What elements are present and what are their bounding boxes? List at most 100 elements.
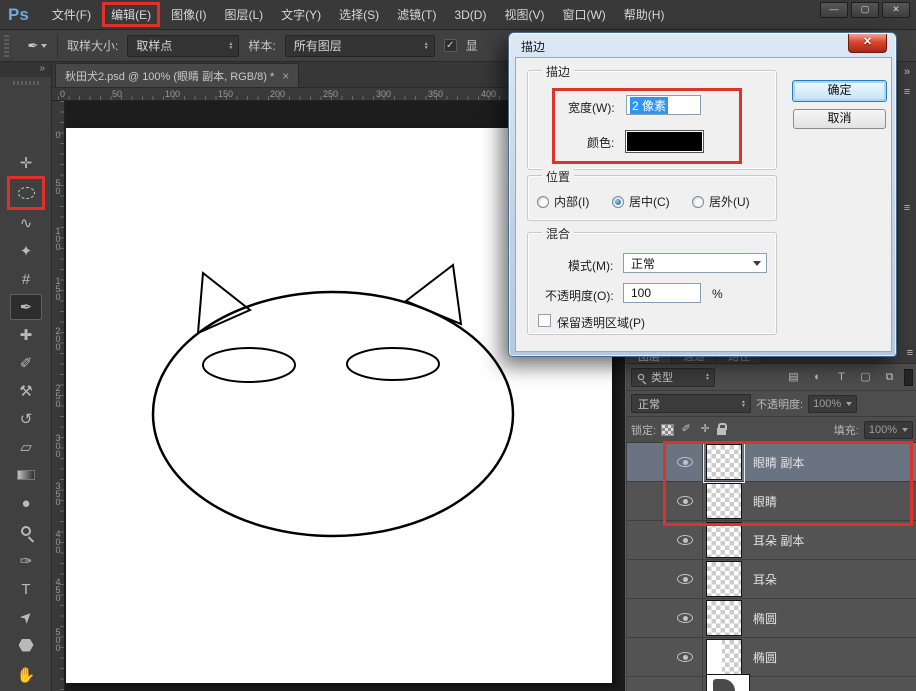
sample-layers-select[interactable]: 所有图层 ▲▼ [285,35,435,57]
layer-row-partial[interactable] [627,677,916,691]
visibility-toggle[interactable] [627,521,703,559]
layer-row-ears[interactable]: 耳朵 [627,560,916,599]
eyedropper-preset-chip[interactable]: ✒ [22,34,58,58]
tab-close-icon[interactable]: × [282,69,289,83]
healing-brush-icon: ✚ [20,326,33,344]
magic-wand-tool[interactable]: ✦ [10,238,42,264]
layer-thumbnail[interactable] [706,522,742,558]
close-button[interactable]: ✕ [882,2,910,18]
layer-thumbnail[interactable] [706,674,750,691]
lock-label: 锁定: [631,422,656,438]
pen-tool[interactable]: ✑ [10,548,42,574]
layer-thumbnail[interactable] [706,561,742,597]
lock-all-icon[interactable] [717,428,726,435]
radio-inside[interactable]: 内部(I) [537,193,589,210]
layer-thumbnail[interactable] [706,639,742,675]
filter-pixel-layers-icon[interactable]: ▤ [784,369,803,386]
crop-tool-icon: # [22,271,30,288]
preserve-transparency-checkbox[interactable] [538,314,551,327]
ruler-label: 50 [53,178,63,194]
options-grip [4,35,9,57]
ruler-label: 500 [53,627,63,651]
brush-tool[interactable]: ✐ [10,350,42,376]
layer-thumbnail[interactable] [706,600,742,636]
lock-transparency-icon[interactable] [661,424,674,436]
panel-menu-icon[interactable]: ≡ [898,202,916,214]
dialog-opacity-input[interactable]: 100 [623,283,701,303]
menu-view[interactable]: 视图(V) [495,2,553,27]
sample-layers-value: 所有图层 [294,37,414,54]
filter-adjustment-layers-icon[interactable]: ◐ [808,369,827,386]
eraser-tool[interactable]: ▱ [10,434,42,460]
filter-type-select[interactable]: 类型 ▲▼ [631,368,715,387]
dodge-tool[interactable] [10,518,42,544]
radio-center[interactable]: 居中(C) [612,193,670,210]
eyedropper-icon: ✒ [28,38,39,54]
eye-icon [677,535,693,545]
type-tool[interactable]: T [10,576,42,602]
chevron-down-icon [846,402,852,409]
lasso-tool[interactable]: ∿ [10,210,42,236]
opacity-value-select[interactable]: 100% [808,395,857,413]
sample-size-select[interactable]: 取样点 ▲▼ [127,35,239,57]
show-sampling-ring-checkbox[interactable]: ✓ [444,39,457,52]
shape-tool[interactable] [10,632,42,658]
filter-type-layers-icon[interactable]: T [832,369,851,386]
gradient-tool[interactable] [10,462,42,488]
path-select-tool[interactable]: ➤ [10,604,42,630]
menu-3d[interactable]: 3D(D) [445,4,495,26]
panel-menu-icon[interactable]: ≡ [907,347,913,359]
visibility-toggle[interactable] [627,638,703,676]
visibility-toggle[interactable] [627,599,703,637]
filter-toggle[interactable] [904,369,913,386]
layer-row-ears-copy[interactable]: 耳朵 副本 [627,521,916,560]
document-tab[interactable]: 秋田犬2.psd @ 100% (眼睛 副本, RGB/8) * × [55,63,299,87]
eye-icon [677,613,693,623]
crop-tool[interactable]: # [10,266,42,292]
blend-mode-select[interactable]: 正常 ▲▼ [631,394,751,413]
panel-menu-icon[interactable]: ≡ [898,86,916,98]
menu-file[interactable]: 文件(F) [43,2,100,27]
visibility-toggle[interactable] [627,560,703,598]
history-brush-tool[interactable]: ↺ [10,406,42,432]
radio-center-label: 居中(C) [629,193,670,210]
dialog-close-button[interactable]: ✕ [848,34,887,53]
toolbox-expand-icon[interactable]: » [0,62,51,77]
spinner-icon: ▲▼ [705,373,710,381]
window-controls: — ▢ ✕ [820,2,910,18]
radio-outside[interactable]: 居外(U) [692,193,750,210]
radio-selected-icon [612,196,624,208]
menu-image[interactable]: 图像(I) [162,2,215,27]
blur-tool[interactable]: ● [10,490,42,516]
menu-layer[interactable]: 图层(L) [215,2,272,27]
visibility-toggle[interactable] [627,677,703,691]
dock-expand-icon[interactable]: » [898,66,916,78]
clone-stamp-tool[interactable]: ⚒ [10,378,42,404]
fill-value-select[interactable]: 100% [864,421,913,439]
healing-brush-tool[interactable]: ✚ [10,322,42,348]
maximize-button[interactable]: ▢ [851,2,879,18]
type-tool-icon: T [21,581,30,598]
hand-tool[interactable]: ✋ [10,662,42,688]
ok-button[interactable]: 确定 [792,80,887,102]
show-sampling-ring-label: 显 [466,37,478,54]
toolbox-grip [13,81,39,85]
blend-mode-dropdown[interactable]: 正常 [623,253,767,273]
move-tool[interactable]: ✛ [10,150,42,176]
menu-edit[interactable]: 编辑(E) [102,2,160,27]
filter-shape-layers-icon[interactable]: ▢ [856,369,875,386]
lock-pixels-icon[interactable]: ✐ [679,421,693,438]
lock-position-icon[interactable]: ✛ [698,421,712,438]
layer-row-ellipse-2[interactable]: 椭圆 [627,638,916,677]
radio-icon [692,196,704,208]
menu-help[interactable]: 帮助(H) [615,2,674,27]
layer-row-ellipse-1[interactable]: 椭圆 [627,599,916,638]
minimize-button[interactable]: — [820,2,848,18]
menu-select[interactable]: 选择(S) [330,2,388,27]
menu-type[interactable]: 文字(Y) [272,2,330,27]
eyedropper-tool[interactable]: ✒ [10,294,42,320]
filter-smart-objects-icon[interactable]: ⧉ [880,369,899,386]
menu-window[interactable]: 窗口(W) [553,2,614,27]
menu-filter[interactable]: 滤镜(T) [388,2,445,27]
cancel-button[interactable]: 取消 [793,109,886,129]
